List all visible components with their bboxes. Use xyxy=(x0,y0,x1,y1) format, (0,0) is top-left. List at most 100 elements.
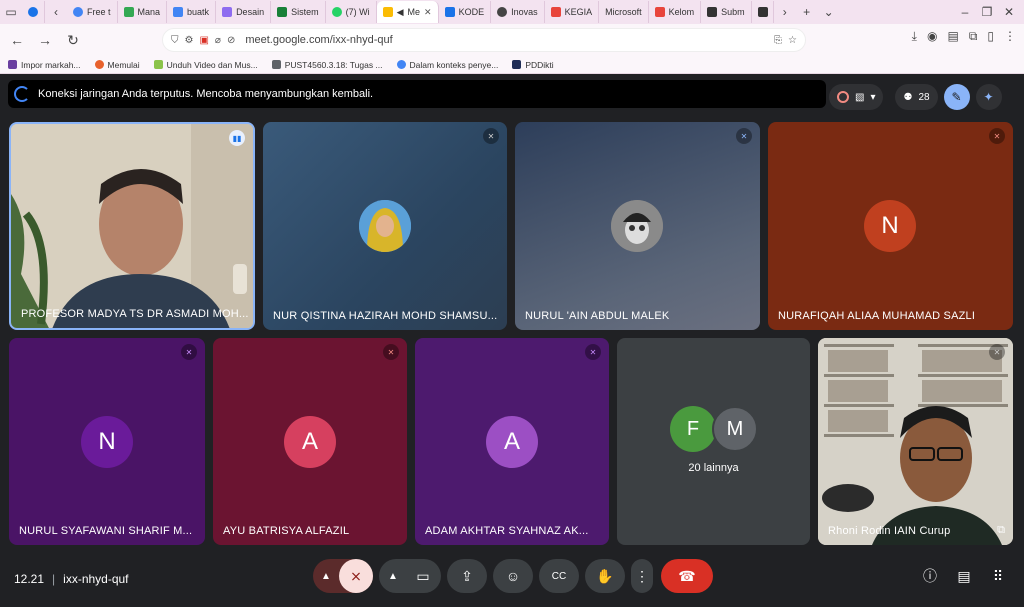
address-bar[interactable]: ⛉ ⚙ ▣ ⌀ ⊘ meet.google.com/ixx-nhyd-quf ⎘… xyxy=(162,28,806,52)
mic-control: ▲ ⨯ xyxy=(313,559,373,593)
participant-name: ADAM AKHTAR SYAHNAZ AK... xyxy=(425,525,589,537)
emoji-icon[interactable]: ☺ xyxy=(493,559,533,593)
tab-label: (7) Wi xyxy=(345,7,370,17)
audio-options-icon[interactable]: ▲ xyxy=(313,571,339,582)
url-text[interactable]: meet.google.com/ixx-nhyd-quf xyxy=(245,34,392,46)
tab-item[interactable]: Microsoft xyxy=(599,1,649,23)
activities-icon[interactable]: ⠿ xyxy=(988,566,1008,586)
tab-scroll-left-icon[interactable]: ‹ xyxy=(45,1,67,23)
participant-tile[interactable]: ✕ A ADAM AKHTAR SYAHNAZ AK... xyxy=(415,338,609,545)
tab-menu-icon[interactable]: ▭ xyxy=(0,1,22,23)
tab-item[interactable]: Desain xyxy=(216,1,272,23)
bookmark-item[interactable]: Dalam konteks penye... xyxy=(396,60,498,70)
restore-icon[interactable]: ❐ xyxy=(976,1,998,23)
reload-icon[interactable]: ↻ xyxy=(62,29,84,51)
avatar-letter: M xyxy=(712,406,758,452)
participant-tile[interactable]: ✕ N NURAFIQAH ALIAA MUHAMAD SAZLI xyxy=(768,122,1013,330)
captions-off-icon[interactable]: ▧ xyxy=(855,92,864,103)
tab-favicon-icon xyxy=(173,7,184,17)
leave-call-icon[interactable]: ☎ xyxy=(661,559,713,593)
avatar-initial: N xyxy=(98,428,116,455)
permissions-icon[interactable]: ⚙ xyxy=(185,35,194,46)
tab-item[interactable]: (7) Wi xyxy=(326,1,377,23)
participant-tile[interactable]: ✕ NURUL 'AIN ABDUL MALEK xyxy=(515,122,760,330)
bookmark-item[interactable]: PDDikti xyxy=(512,60,554,70)
tab-item[interactable]: Sistem xyxy=(271,1,326,23)
camera-button-icon[interactable]: ▭ xyxy=(406,568,440,585)
download-icon[interactable]: ⤓ xyxy=(912,29,917,44)
meeting-details-icon[interactable]: ⓘ xyxy=(920,566,940,586)
meeting-time: 12.21 xyxy=(14,572,45,586)
pip-icon[interactable]: ⧉ xyxy=(997,524,1005,537)
chat-icon[interactable]: ▤ xyxy=(954,566,974,586)
tab-favicon-icon xyxy=(28,7,38,17)
bookmark-label: PUST4560.3.18: Tugas ... xyxy=(284,59,383,70)
reading-mode-icon[interactable]: ▤ xyxy=(947,29,958,44)
mic-off-button-icon[interactable]: ⨯ xyxy=(339,559,373,593)
tab-item[interactable]: Mana xyxy=(118,1,168,23)
bookmark-item[interactable]: Memulai xyxy=(94,60,140,70)
avatar-letter: A xyxy=(284,416,336,468)
gemini-icon[interactable]: ✦ xyxy=(975,84,1002,110)
minimize-icon[interactable]: – xyxy=(954,1,976,23)
participant-name: AYU BATRISYA ALFAZIL xyxy=(223,525,350,537)
participant-tile[interactable]: ✕ N NURUL SYAFAWANI SHARIF M... xyxy=(9,338,205,545)
bookmark-item[interactable]: PUST4560.3.18: Tugas ... xyxy=(271,59,383,70)
forward-icon[interactable]: → xyxy=(34,29,56,51)
mic-blocked-icon[interactable]: ⌀ xyxy=(215,35,221,46)
bookmark-star-icon[interactable]: ☆ xyxy=(788,35,797,46)
recording-controls[interactable]: ▧ ▾ xyxy=(829,84,884,110)
tab-close-icon[interactable]: ✕ xyxy=(424,7,432,18)
extensions-icon[interactable]: ⧉ xyxy=(969,29,978,44)
profile-icon[interactable]: ◉ xyxy=(927,29,937,44)
tab-item[interactable]: buatk xyxy=(167,1,217,23)
more-options-icon[interactable]: ⋮ xyxy=(631,559,653,593)
tab-label: Microsoft xyxy=(605,7,642,17)
bookmark-item[interactable]: Unduh Video dan Mus... xyxy=(153,60,258,70)
tab-favicon-icon xyxy=(331,7,342,17)
others-tile[interactable]: F M 20 lainnya xyxy=(617,338,810,545)
mic-off-icon: ✕ xyxy=(483,128,499,144)
speaker-icon[interactable]: ◀ xyxy=(397,7,404,18)
bookmark-item[interactable]: Impor markah... xyxy=(8,60,81,70)
present-screen-icon[interactable]: ⇪ xyxy=(447,559,487,593)
tab-search-icon[interactable]: ⌄ xyxy=(818,1,840,23)
connection-banner: Koneksi jaringan Anda terputus. Mencoba … xyxy=(8,80,826,108)
captions-icon[interactable]: CC xyxy=(539,559,579,593)
tab-item[interactable]: KEGIA xyxy=(545,1,600,23)
participant-name: NURAFIQAH ALIAA MUHAMAD SAZLI xyxy=(778,310,976,322)
notifications-blocked-icon[interactable]: ⊘ xyxy=(227,35,235,46)
new-tab-icon[interactable]: + xyxy=(796,1,818,23)
people-count-button[interactable]: ⚉ 28 xyxy=(895,84,938,110)
tab-scroll-right-icon[interactable]: › xyxy=(774,1,796,23)
raise-hand-icon[interactable]: ✋ xyxy=(585,559,625,593)
hijab-avatar-icon xyxy=(359,200,411,252)
tab-item[interactable]: Kelom xyxy=(649,1,702,23)
mic-off-icon: ✕ xyxy=(585,344,601,360)
tab-item[interactable] xyxy=(22,1,45,23)
tab-label: Kelom xyxy=(668,7,695,17)
participant-tile[interactable]: ✕ A AYU BATRISYA ALFAZIL xyxy=(213,338,407,545)
tab-item[interactable]: KODE xyxy=(439,1,492,23)
tab-item[interactable]: Inovas xyxy=(491,1,545,23)
tab-item[interactable]: Subm xyxy=(701,1,752,23)
tab-favicon-icon xyxy=(222,7,233,17)
window-close-icon[interactable]: ✕ xyxy=(998,1,1020,23)
tab-item-active[interactable]: ◀ Me ✕ xyxy=(376,1,439,23)
participant-tile-video[interactable]: ✕ Rhoni Rodin IAIN Curup ⧉ xyxy=(818,338,1013,545)
edit-icon[interactable]: ✎ xyxy=(943,84,970,110)
dropdown-icon[interactable]: ▾ xyxy=(870,92,875,103)
side-panel-icon[interactable]: ▯ xyxy=(987,29,994,44)
install-app-icon[interactable]: ⎘ xyxy=(774,35,782,46)
participant-tile[interactable]: ✕ NUR QISTINA HAZIRAH MOHD SHAMSU... xyxy=(263,122,507,330)
android-icon xyxy=(153,60,163,69)
record-icon[interactable] xyxy=(837,91,849,103)
camera-blocked-icon[interactable]: ▣ xyxy=(199,35,208,46)
site-info-icon[interactable]: ⛉ xyxy=(171,35,179,46)
back-icon[interactable]: ← xyxy=(6,29,28,51)
tab-item[interactable]: Free t xyxy=(67,1,118,23)
tab-item[interactable] xyxy=(752,1,774,23)
participant-tile-video[interactable]: ▮▮ PROFESOR MADYA TS DR ASMADI MOH... xyxy=(9,122,255,330)
video-options-icon[interactable]: ▲ xyxy=(380,571,406,582)
browser-menu-icon[interactable]: ⋮ xyxy=(1004,29,1016,44)
